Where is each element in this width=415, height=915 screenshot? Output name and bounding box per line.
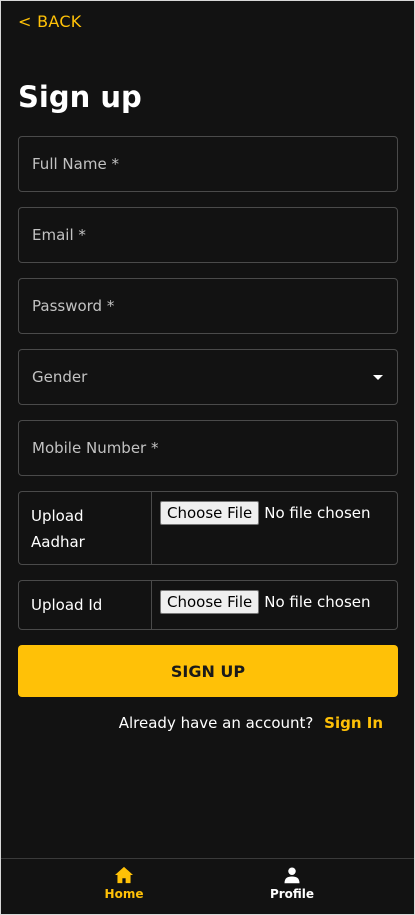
back-link[interactable]: < BACK	[18, 12, 82, 31]
upload-id-label: Upload Id	[19, 581, 152, 629]
caret-down-icon	[373, 375, 383, 380]
upload-aadhar-row: Upload Aadhar Choose File No file chosen	[18, 491, 398, 565]
file-status: No file chosen	[264, 593, 371, 611]
email-input[interactable]	[19, 208, 397, 262]
nav-item-home[interactable]: Home	[84, 866, 164, 901]
choose-file-button[interactable]: Choose File	[160, 501, 260, 525]
full-name-field	[18, 136, 398, 192]
choose-file-button[interactable]: Choose File	[160, 590, 260, 614]
upload-id-row: Upload Id Choose File No file chosen	[18, 580, 398, 630]
mobile-field	[18, 420, 398, 476]
bottom-nav: Home Profile	[1, 858, 414, 914]
password-field	[18, 278, 398, 334]
signin-prompt: Already have an account?	[118, 714, 314, 732]
page-title: Sign up	[18, 80, 142, 114]
nav-item-label: Profile	[269, 887, 315, 901]
gender-selected-value: Gender	[32, 368, 88, 386]
nav-item-profile[interactable]: Profile	[252, 866, 332, 901]
full-name-input[interactable]	[19, 137, 397, 191]
home-icon	[115, 866, 133, 884]
person-icon	[284, 867, 300, 884]
signup-screen: < BACK Sign up Gender Upload Aadhar Choo…	[0, 0, 415, 915]
password-input[interactable]	[19, 279, 397, 333]
mobile-input[interactable]	[19, 421, 397, 475]
sign-in-link[interactable]: Sign In	[324, 714, 383, 732]
gender-select[interactable]: Gender	[18, 349, 398, 405]
sign-up-button[interactable]: SIGN UP	[18, 645, 398, 697]
signin-row: Already have an account? Sign In	[119, 714, 383, 732]
nav-item-label: Home	[104, 887, 144, 901]
upload-id-input: Choose File No file chosen	[160, 590, 371, 614]
email-field	[18, 207, 398, 263]
upload-aadhar-input: Choose File No file chosen	[160, 501, 371, 525]
upload-aadhar-label: Upload Aadhar	[19, 492, 152, 564]
file-status: No file chosen	[264, 504, 371, 522]
